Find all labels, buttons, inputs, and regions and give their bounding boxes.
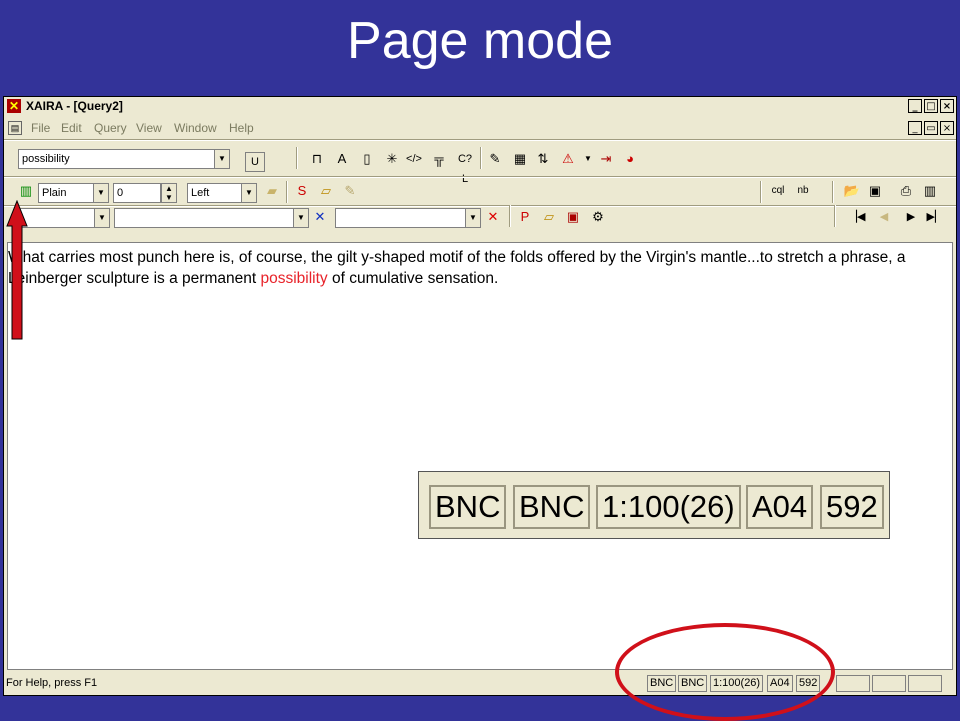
maximize-button[interactable]: □	[924, 99, 938, 113]
query-hit[interactable]: possibility	[260, 270, 327, 287]
comment-icon[interactable]: ▰	[262, 181, 282, 201]
lock-icon[interactable]: ⊓	[307, 149, 327, 169]
status-zoom-inset: BNC BNC 1:100(26) A04 592	[418, 471, 890, 539]
zoom-pane-source: BNC	[513, 485, 591, 529]
columns-icon[interactable]: ▥	[920, 181, 940, 201]
collocation-icon[interactable]: C?L	[455, 149, 475, 185]
document-text: What carries most punch here is, of cour…	[8, 247, 948, 289]
style-combo[interactable]: Plain ▼	[38, 183, 109, 203]
edit-icon[interactable]: ✎	[485, 149, 505, 169]
pie-chart-icon[interactable]: ◕	[620, 149, 640, 169]
menu-window[interactable]: Window	[174, 121, 217, 135]
chevron-down-icon[interactable]: ▼	[241, 184, 256, 202]
page-mode-icon[interactable]: ▥	[16, 181, 36, 201]
cql-icon[interactable]: cql	[768, 181, 788, 201]
toolbar-divider	[480, 147, 482, 169]
page-icon[interactable]: ▯	[357, 149, 377, 169]
zoom-pane-text-id: A04	[746, 485, 814, 529]
table-icon[interactable]: ▦	[510, 149, 530, 169]
chevron-down-icon[interactable]: ▼	[465, 209, 480, 227]
save-s-icon[interactable]: S	[292, 181, 312, 201]
open-folder-icon[interactable]: ▱	[539, 207, 559, 227]
tag-icon[interactable]: </>	[404, 149, 424, 169]
toolbar-divider	[834, 205, 836, 227]
zoom-pane-number: 592	[820, 485, 884, 529]
p-icon[interactable]: P	[515, 207, 535, 227]
title-bar: ✕ XAIRA - [Query2] _ □ ×	[4, 97, 956, 115]
tree-icon[interactable]: ╦	[429, 149, 449, 169]
align-combo-value: Left	[191, 187, 210, 199]
sort-icon[interactable]: ⇅	[533, 149, 553, 169]
toolbar-divider	[286, 181, 288, 203]
last-page-icon[interactable]: ▶▏	[925, 207, 945, 227]
chevron-down-icon[interactable]: ▼	[293, 209, 308, 227]
menu-help[interactable]: Help	[229, 121, 254, 135]
slide-title: Page mode	[347, 12, 613, 70]
toolbar-divider	[296, 147, 298, 169]
zoom-pane-position: 1:100(26)	[596, 485, 741, 529]
document-icon[interactable]: ▤	[8, 121, 22, 135]
chevron-down-icon[interactable]: ▼	[94, 209, 109, 227]
doc-restore-button[interactable]: ▭	[924, 121, 938, 135]
menu-bar: ▤ File Edit Query View Window Help _ ▭ ×	[4, 119, 956, 137]
doc-close-button[interactable]: ×	[940, 121, 954, 135]
size-spinner[interactable]: ▲ ▼	[161, 183, 177, 203]
status-pane-empty	[872, 675, 906, 692]
style-combo-value: Plain	[42, 187, 67, 199]
annotation-oval	[615, 623, 835, 721]
export-icon[interactable]: ⇥	[596, 149, 616, 169]
folder-open-icon[interactable]: 📂	[842, 181, 862, 201]
status-help-text: For Help, press F1	[6, 677, 98, 689]
first-page-icon[interactable]: ▕◀	[847, 207, 867, 227]
menu-query[interactable]: Query	[94, 121, 127, 135]
printer-icon[interactable]: ⎙	[896, 181, 916, 201]
text-a-icon[interactable]: A	[332, 149, 352, 169]
open-icon[interactable]: ▱	[316, 181, 336, 201]
toolbar-divider	[509, 205, 511, 227]
u-button[interactable]: U	[245, 152, 265, 172]
prev-page-icon: ◀	[879, 211, 889, 223]
asterisk-icon[interactable]: ✳	[382, 149, 402, 169]
doc-minimize-button[interactable]: _	[908, 121, 922, 135]
chevron-down-icon[interactable]: ▼	[93, 184, 108, 202]
dropdown-icon[interactable]: ▼	[578, 149, 598, 169]
zoom-pane-corpus: BNC	[429, 485, 507, 529]
settings-icon[interactable]: ⚙	[588, 207, 608, 227]
document-view[interactable]: What carries most punch here is, of cour…	[7, 242, 953, 670]
menu-view[interactable]: View	[136, 121, 162, 135]
close-button[interactable]: ×	[940, 99, 954, 113]
field3-combo[interactable]: ▼	[335, 208, 481, 228]
status-pane-empty	[908, 675, 942, 692]
app-window: ✕ XAIRA - [Query2] _ □ × ▤ File Edit Que…	[3, 96, 957, 696]
next-page-icon[interactable]: ▶	[901, 207, 921, 227]
toolbar-divider	[760, 181, 762, 203]
status-pane-empty	[836, 675, 870, 692]
query-combo[interactable]: possibility ▼	[18, 149, 230, 169]
floppy-icon[interactable]: ▣	[865, 181, 885, 201]
xaira-logo-icon: ✕	[7, 99, 21, 113]
chevron-down-icon[interactable]: ▼	[214, 150, 229, 168]
separator	[4, 176, 956, 178]
menu-edit[interactable]: Edit	[61, 121, 82, 135]
nb-icon[interactable]: nb	[793, 181, 813, 201]
field2-combo[interactable]: ▼	[114, 208, 309, 228]
separator	[4, 139, 956, 141]
clear-red-icon[interactable]: ✕	[483, 207, 503, 227]
save-red-icon[interactable]: ▣	[563, 207, 583, 227]
warning-icon[interactable]: ⚠	[558, 149, 578, 169]
field1-combo[interactable]: ▼	[18, 208, 110, 228]
annotation-arrow	[6, 200, 28, 340]
separator	[4, 205, 956, 207]
clear-blue-icon[interactable]: ✕	[310, 207, 330, 227]
edit-disabled-icon: ✎	[344, 183, 356, 198]
toolbar-divider	[832, 181, 834, 203]
minimize-button[interactable]: _	[908, 99, 922, 113]
query-combo-value: possibility	[22, 153, 70, 165]
menu-file[interactable]: File	[31, 121, 50, 135]
window-title: XAIRA - [Query2]	[26, 99, 123, 113]
size-field-value: 0	[117, 187, 124, 199]
align-combo[interactable]: Left ▼	[187, 183, 257, 203]
document-text-after: of cumulative sensation.	[327, 270, 499, 287]
size-field[interactable]: 0	[113, 183, 161, 203]
